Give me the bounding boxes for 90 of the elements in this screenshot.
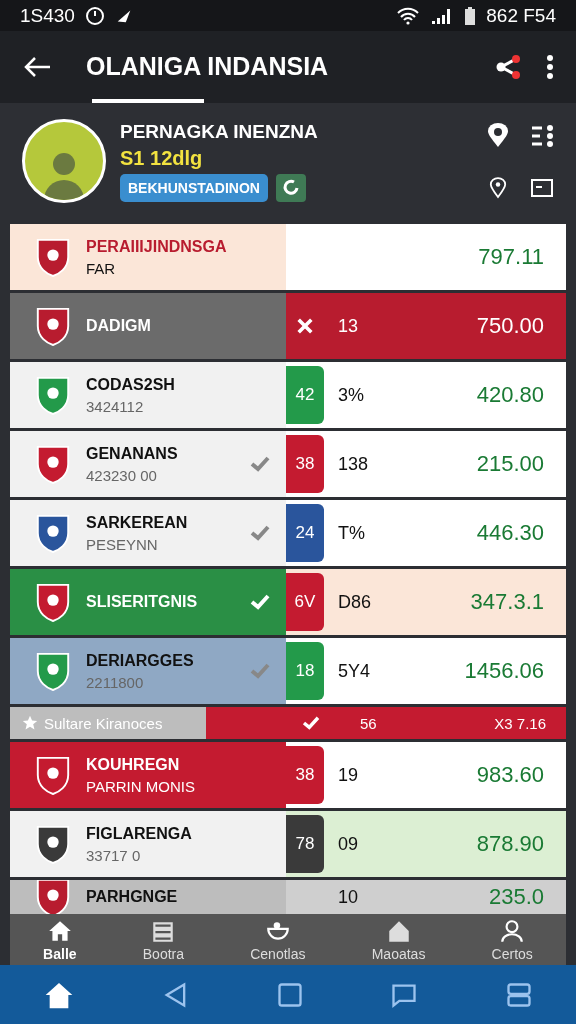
- battery-icon: [464, 5, 477, 26]
- stat-value: 13: [338, 315, 359, 337]
- team-cell[interactable]: CODAS2SH 3424112: [10, 362, 286, 428]
- crest-icon: [34, 823, 72, 865]
- team-cell[interactable]: SLISERITGNIS: [10, 569, 286, 635]
- profile-tag: BEKHUNSTADINON: [120, 173, 268, 202]
- section-title: Sultare Kiranoces: [44, 714, 163, 732]
- team-name: GENANANS: [86, 444, 179, 463]
- team-cell[interactable]: GENANANS 423230 00: [10, 431, 286, 497]
- crest-icon: [34, 581, 72, 623]
- team-name: CODAS2SH: [86, 375, 176, 394]
- stat-value: 138: [338, 453, 369, 475]
- recent-apps-icon[interactable]: [275, 980, 304, 1009]
- stat-value: D86: [338, 591, 372, 613]
- crest-icon: [34, 374, 72, 416]
- section-value: X3 7.16: [494, 714, 546, 732]
- stat-value: 09: [338, 833, 359, 855]
- section-stat: 56: [360, 714, 377, 732]
- star-icon: [22, 715, 38, 731]
- team-cell[interactable]: KOUHREGN PARRIN MONIS: [10, 742, 286, 808]
- team-name: PERAIIIJINDNSGA: [86, 237, 228, 256]
- app-title: OLANIGA INDANSIA: [86, 52, 329, 82]
- team-name: SLISERITGNIS: [86, 593, 199, 611]
- crest-icon: [34, 650, 72, 692]
- team-cell[interactable]: DADIGM: [10, 293, 286, 359]
- team-cell[interactable]: PARHGNGE: [10, 880, 286, 914]
- score-value: 878.90: [476, 831, 544, 857]
- alarm-icon: [84, 5, 105, 26]
- verified-badge-icon: [275, 173, 306, 202]
- tab-item[interactable]: Bootra: [134, 915, 192, 964]
- team-name: DADIGM: [86, 317, 152, 335]
- tab-item[interactable]: Maoatas: [363, 915, 434, 964]
- crest-icon: [34, 305, 72, 347]
- crest-icon: [34, 236, 72, 278]
- score-value: 215.00: [476, 451, 544, 477]
- crest-icon: [34, 754, 72, 796]
- tab-item[interactable]: Balle: [35, 915, 85, 964]
- person-icon: [499, 917, 526, 944]
- team-name: KOUHREGN: [86, 755, 181, 774]
- more-options-icon[interactable]: [546, 53, 554, 80]
- back-arrow-icon[interactable]: [22, 54, 52, 79]
- tab-item[interactable]: Certos: [483, 915, 541, 964]
- score-value: 235.0: [488, 884, 544, 910]
- rank-badge: 42: [286, 366, 324, 424]
- wifi-icon: [396, 5, 421, 26]
- team-cell[interactable]: FIGLARENGA 33717 0: [10, 811, 286, 877]
- team-code: 33717 0: [86, 846, 142, 864]
- stat-value: 19: [338, 764, 359, 786]
- team-code: FAR: [86, 259, 117, 277]
- map-pin-icon[interactable]: [489, 177, 507, 200]
- crest-icon: [34, 880, 72, 914]
- profile-name: PERNAGKA INENZNA: [120, 120, 319, 143]
- team-code: 2211800: [86, 673, 145, 691]
- stat-value: 5Y4: [338, 660, 371, 682]
- stat-value: T%: [338, 522, 365, 544]
- profile-subtitle: S1 12dlg: [120, 146, 204, 170]
- rank-badge: 38: [286, 746, 324, 804]
- status-time: 1S430: [20, 4, 75, 27]
- rank-badge: 18: [286, 642, 324, 700]
- team-code: 3424112: [86, 397, 145, 415]
- team-name: FIGLARENGA: [86, 824, 193, 843]
- rank-badge: 38: [286, 435, 324, 493]
- rank-badge: 78: [286, 815, 324, 873]
- team-cell[interactable]: DERIARGGES 2211800: [10, 638, 286, 704]
- crest-icon: [34, 512, 72, 554]
- team-cell[interactable]: PERAIIIJINDNSGA FAR: [10, 224, 286, 290]
- list-icon[interactable]: [530, 125, 554, 148]
- score-value: 983.60: [476, 762, 544, 788]
- score-value: 420.80: [476, 382, 544, 408]
- score-value: 347.3.1: [470, 589, 544, 615]
- team-name: DERIARGGES: [86, 651, 195, 670]
- score-value: 797.11: [478, 244, 544, 270]
- team-code: PARRIN MONIS: [86, 777, 196, 795]
- rank-badge: 24: [286, 504, 324, 562]
- team-cell[interactable]: SARKEREAN PESEYNN: [10, 500, 286, 566]
- team-code: PESEYNN: [86, 535, 159, 553]
- rank-badge: 6V: [286, 573, 324, 631]
- stat-value: 10: [338, 886, 359, 908]
- score-value: 446.30: [476, 520, 544, 546]
- crest-icon: [34, 443, 72, 485]
- score-value: 1456.06: [464, 658, 544, 684]
- score-value: 750.00: [476, 313, 544, 339]
- stat-value: 3%: [338, 384, 364, 406]
- team-name: PARHGNGE: [86, 888, 179, 906]
- battery-percentage: 862 F54: [486, 4, 556, 27]
- team-code: 423230 00: [86, 466, 158, 484]
- team-name: SARKEREAN: [86, 513, 189, 532]
- tab-item[interactable]: Cenotlas: [242, 915, 314, 964]
- menu-icon[interactable]: [504, 980, 533, 1009]
- cast-icon[interactable]: [531, 178, 553, 199]
